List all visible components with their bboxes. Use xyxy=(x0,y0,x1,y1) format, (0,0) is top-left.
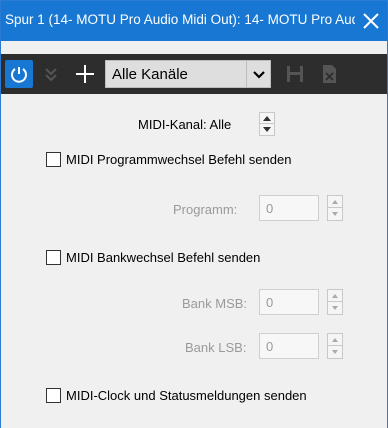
spin-down-button[interactable] xyxy=(260,124,274,135)
spin-up-button[interactable] xyxy=(328,334,342,346)
power-button[interactable] xyxy=(5,60,33,88)
bank-msb-value: 0 xyxy=(266,295,274,310)
program-value: 0 xyxy=(266,201,274,216)
delete-button[interactable] xyxy=(315,60,343,88)
spin-down-button[interactable] xyxy=(328,302,342,314)
plus-icon xyxy=(76,65,94,83)
save-icon xyxy=(287,66,303,82)
bank-change-label[interactable]: MIDI Bankwechsel Befehl senden xyxy=(66,250,260,265)
add-button[interactable] xyxy=(71,60,99,88)
triangle-down-icon xyxy=(263,127,271,132)
bank-lsb-input[interactable]: 0 xyxy=(259,333,319,359)
close-button[interactable] xyxy=(359,9,383,33)
triangle-up-icon xyxy=(332,294,338,298)
window-title: Spur 1 (14- MOTU Pro Audio Midi Out): 14… xyxy=(5,12,355,27)
midi-clock-label[interactable]: MIDI-Clock und Statusmeldungen senden xyxy=(66,388,307,403)
program-change-checkbox[interactable] xyxy=(46,152,61,167)
triangle-up-icon xyxy=(332,200,338,204)
program-change-label[interactable]: MIDI Programmwechsel Befehl senden xyxy=(66,152,291,167)
bank-msb-spinner[interactable] xyxy=(327,289,343,315)
spin-down-button[interactable] xyxy=(328,208,342,220)
bank-msb-input[interactable]: 0 xyxy=(259,289,319,315)
triangle-down-icon xyxy=(332,350,338,354)
save-button[interactable] xyxy=(281,60,309,88)
channel-select[interactable]: Alle Kanäle xyxy=(105,60,247,88)
spin-up-button[interactable] xyxy=(260,113,274,124)
track-midi-dialog: Spur 1 (14- MOTU Pro Audio Midi Out): 14… xyxy=(0,0,388,428)
delete-file-icon xyxy=(323,65,336,83)
program-input[interactable]: 0 xyxy=(259,195,319,221)
midi-clock-checkbox[interactable] xyxy=(46,388,61,403)
spin-up-button[interactable] xyxy=(328,290,342,302)
triangle-down-icon xyxy=(332,212,338,216)
bank-lsb-value: 0 xyxy=(266,339,274,354)
spin-down-button[interactable] xyxy=(328,346,342,358)
collapse-button[interactable] xyxy=(37,60,65,88)
midi-channel-spinner[interactable] xyxy=(259,112,275,136)
close-icon xyxy=(363,13,379,29)
channel-select-value: Alle Kanäle xyxy=(112,66,188,83)
spin-up-button[interactable] xyxy=(328,196,342,208)
triangle-down-icon xyxy=(332,306,338,310)
bank-change-checkbox[interactable] xyxy=(46,250,61,265)
midi-channel-label: MIDI-Kanal: Alle xyxy=(138,117,232,132)
toolbar: Alle Kanäle xyxy=(1,54,387,94)
bank-lsb-spinner[interactable] xyxy=(327,333,343,359)
bank-lsb-label: Bank LSB: xyxy=(185,340,247,355)
settings-panel: MIDI-Kanal: Alle MIDI Programmwechsel Be… xyxy=(1,94,387,428)
program-spinner[interactable] xyxy=(327,195,343,221)
bank-msb-label: Bank MSB: xyxy=(182,296,248,311)
channel-select-dropdown-button[interactable] xyxy=(247,60,271,88)
chevron-down-icon xyxy=(253,71,265,79)
double-chevron-down-icon xyxy=(45,68,57,82)
triangle-up-icon xyxy=(332,338,338,342)
triangle-up-icon xyxy=(263,116,271,121)
title-bar[interactable]: Spur 1 (14- MOTU Pro Audio Midi Out): 14… xyxy=(1,1,387,41)
power-icon xyxy=(11,67,27,83)
program-label: Programm: xyxy=(173,202,238,217)
